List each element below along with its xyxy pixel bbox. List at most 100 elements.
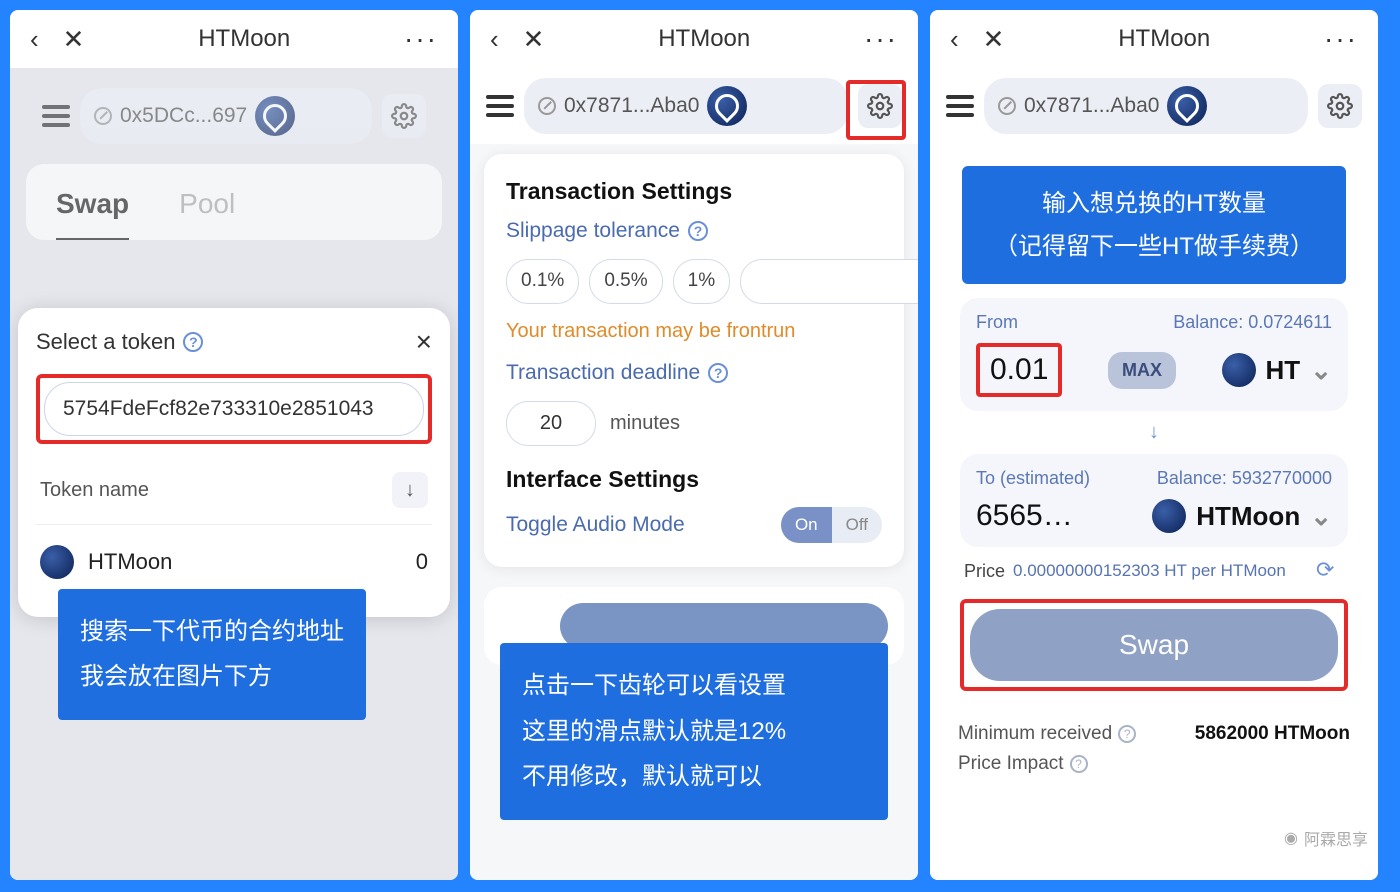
highlight-box: 0.01 xyxy=(976,343,1062,397)
token-symbol: HTMoon xyxy=(88,549,172,575)
price-value: 0.00000000152303 HT per HTMoon xyxy=(1013,561,1316,581)
ht-token-icon xyxy=(1222,353,1256,387)
max-button[interactable]: MAX xyxy=(1108,352,1176,389)
help-icon[interactable]: ? xyxy=(708,363,728,383)
back-icon[interactable]: ‹ xyxy=(30,24,39,55)
from-token-symbol: HT xyxy=(1266,355,1301,386)
toggle-on: On xyxy=(781,507,832,543)
to-amount-output: 6565… xyxy=(976,499,1073,533)
annotation-overlay: 搜索一下代币的合约地址 我会放在图片下方 xyxy=(58,589,366,720)
help-icon[interactable]: ? xyxy=(183,332,203,352)
transaction-settings-heading: Transaction Settings xyxy=(506,178,882,205)
annotation-line: 输入想兑换的HT数量 xyxy=(976,182,1332,225)
to-label: To (estimated) xyxy=(976,468,1090,489)
from-balance: Balance: 0.0724611 xyxy=(1173,312,1332,333)
swap-to-block: To (estimated) Balance: 5932770000 6565…… xyxy=(960,454,1348,547)
close-icon[interactable]: ✕ xyxy=(63,24,85,55)
more-icon[interactable]: ··· xyxy=(864,23,898,55)
slippage-option-01[interactable]: 0.1% xyxy=(506,259,579,304)
price-label: Price xyxy=(964,561,1005,582)
tab-swap[interactable]: Swap xyxy=(56,188,129,240)
to-token-symbol: HTMoon xyxy=(1196,501,1300,532)
browser-topbar: ‹ ✕ HTMoon ··· xyxy=(470,10,918,68)
link-icon xyxy=(90,103,115,128)
from-amount-input[interactable]: 0.01 xyxy=(990,353,1048,386)
annotation-overlay: 输入想兑换的HT数量 （记得留下一些HT做手续费） xyxy=(962,166,1346,284)
back-icon[interactable]: ‹ xyxy=(950,24,959,55)
settings-popover: Transaction Settings Slippage tolerance … xyxy=(484,154,904,567)
weibo-icon: ◉ xyxy=(1284,828,1298,848)
huobi-logo-icon xyxy=(707,86,747,126)
annotation-line: 搜索一下代币的合约地址 xyxy=(80,609,344,655)
back-icon[interactable]: ‹ xyxy=(490,24,499,55)
audio-mode-label: Toggle Audio Mode xyxy=(506,513,685,537)
to-balance: Balance: 5932770000 xyxy=(1157,468,1332,489)
settings-button[interactable] xyxy=(1318,84,1362,128)
annotation-overlay: 点击一下齿轮可以看设置 这里的滑点默认就是12% 不用修改，默认就可以 xyxy=(500,643,888,820)
select-token-modal: Select a token ? × Token name ↓ HTMoon 0 xyxy=(18,308,450,617)
huobi-logo-icon xyxy=(1167,86,1207,126)
menu-icon[interactable] xyxy=(42,105,70,127)
deadline-input[interactable] xyxy=(506,401,596,446)
token-balance: 0 xyxy=(416,549,428,575)
settings-button[interactable] xyxy=(382,94,426,138)
wallet-address-pill[interactable]: 0x7871...Aba0 xyxy=(984,78,1308,134)
swap-footer-info: Minimum received ? 5862000 HTMoon Price … xyxy=(944,707,1364,799)
close-icon[interactable]: ✕ xyxy=(983,24,1005,55)
from-token-selector[interactable]: HT ⌄ xyxy=(1222,353,1332,387)
menu-icon[interactable] xyxy=(486,95,514,117)
refresh-price-icon[interactable]: ⟳ xyxy=(1316,557,1344,585)
help-icon[interactable]: ? xyxy=(688,221,708,241)
sort-button[interactable]: ↓ xyxy=(392,472,428,508)
more-icon[interactable]: ··· xyxy=(404,23,438,55)
browser-topbar: ‹ ✕ HTMoon ··· xyxy=(930,10,1378,68)
slippage-label: Slippage tolerance xyxy=(506,219,680,243)
annotation-line: 点击一下齿轮可以看设置 xyxy=(522,663,866,709)
swap-from-block: From Balance: 0.0724611 0.01 MAX HT ⌄ xyxy=(960,298,1348,411)
token-name-header: Token name xyxy=(40,479,149,502)
slippage-option-05[interactable]: 0.5% xyxy=(589,259,662,304)
toggle-off: Off xyxy=(832,507,882,543)
frontrun-warning: Your transaction may be frontrun xyxy=(506,320,882,343)
to-token-selector[interactable]: HTMoon ⌄ xyxy=(1152,499,1332,533)
chevron-down-icon: ⌄ xyxy=(1310,355,1332,386)
page-title: HTMoon xyxy=(658,25,750,53)
price-impact-label: Price Impact xyxy=(958,753,1064,775)
page-title: HTMoon xyxy=(1118,25,1210,53)
slippage-custom-input[interactable] xyxy=(740,259,918,304)
watermark-text: 阿霖思享 xyxy=(1304,826,1368,850)
wallet-address: 0x5DCc...697 xyxy=(120,104,247,128)
huobi-logo-icon xyxy=(255,96,295,136)
page-title: HTMoon xyxy=(198,25,290,53)
min-received-value: 5862000 HTMoon xyxy=(1195,723,1350,745)
tab-pool[interactable]: Pool xyxy=(179,188,235,240)
modal-close-icon[interactable]: × xyxy=(416,326,432,358)
swap-button[interactable]: Swap xyxy=(970,609,1338,681)
wallet-address-pill[interactable]: 0x7871...Aba0 xyxy=(524,78,848,134)
annotation-line: 我会放在图片下方 xyxy=(80,654,344,700)
menu-icon[interactable] xyxy=(946,95,974,117)
deadline-label: Transaction deadline xyxy=(506,361,700,385)
chevron-down-icon: ⌄ xyxy=(1310,501,1332,532)
htmoon-token-icon xyxy=(40,545,74,579)
slippage-option-1[interactable]: 1% xyxy=(673,259,730,304)
link-icon xyxy=(994,93,1019,118)
min-received-label: Minimum received xyxy=(958,723,1112,745)
token-search-input[interactable] xyxy=(44,382,424,436)
wallet-address: 0x7871...Aba0 xyxy=(564,94,699,118)
gear-icon xyxy=(391,103,417,129)
from-label: From xyxy=(976,312,1018,333)
help-icon[interactable]: ? xyxy=(1070,755,1088,773)
token-list-item[interactable]: HTMoon 0 xyxy=(36,525,432,599)
hidden-button xyxy=(560,603,888,649)
more-icon[interactable]: ··· xyxy=(1324,23,1358,55)
highlight-box xyxy=(36,374,432,444)
highlight-box xyxy=(846,80,906,140)
close-icon[interactable]: ✕ xyxy=(523,24,545,55)
annotation-line: 这里的滑点默认就是12% xyxy=(522,709,866,755)
annotation-line: （记得留下一些HT做手续费） xyxy=(976,225,1332,268)
help-icon[interactable]: ? xyxy=(1118,725,1136,743)
audio-mode-toggle[interactable]: On Off xyxy=(781,507,882,543)
swap-direction-icon[interactable]: ↓ xyxy=(960,421,1348,444)
wallet-address-pill[interactable]: 0x5DCc...697 xyxy=(80,88,372,144)
